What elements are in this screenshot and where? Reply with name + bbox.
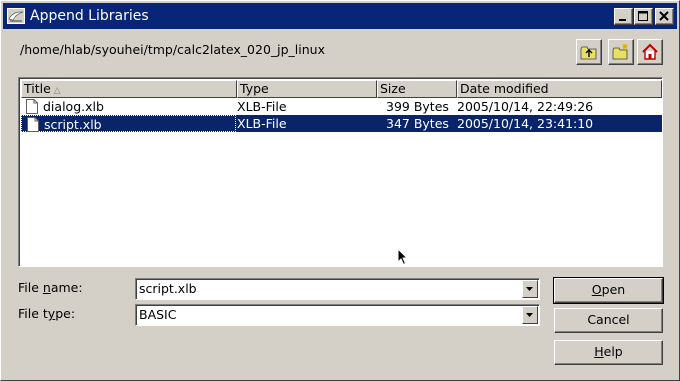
chevron-down-icon: [526, 287, 533, 291]
file-size: 347 Bytes: [386, 116, 449, 131]
minimize-icon: [619, 19, 626, 21]
mouse-pointer-icon: [397, 248, 409, 266]
file-size: 399 Bytes: [386, 99, 449, 114]
window-title: Append Libraries: [30, 8, 149, 24]
file-type-value: BASIC: [139, 307, 177, 322]
column-header-type[interactable]: Type: [237, 80, 377, 98]
chevron-down-icon: [526, 313, 533, 317]
button-mnemonic: H: [594, 344, 604, 359]
file-name-combo[interactable]: script.xlb: [135, 278, 540, 300]
label-part: ame:: [50, 280, 83, 295]
current-path: /home/hlab/syouhei/tmp/calc2latex_020_jp…: [20, 42, 325, 57]
column-header-date[interactable]: Date modified: [457, 80, 662, 98]
button-label: elp: [603, 344, 623, 359]
file-type: XLB-File: [237, 116, 287, 131]
file-type-combo[interactable]: BASIC: [135, 304, 540, 326]
column-header-size[interactable]: Size: [377, 80, 457, 98]
file-name-dropdown-button[interactable]: [522, 280, 538, 298]
button-mnemonic: O: [591, 282, 602, 297]
file-name-cell: script.xlb: [21, 115, 236, 132]
file-list[interactable]: Title △ Type Size Date modified dialog.xl…: [18, 77, 663, 267]
folder-up-icon: [580, 46, 597, 60]
file-name: dialog.xlb: [43, 99, 104, 114]
file-date: 2005/10/14, 23:41:10: [457, 116, 594, 131]
minimize-button[interactable]: [614, 8, 633, 25]
file-name-label: File name:: [18, 280, 83, 295]
help-button[interactable]: Help: [554, 340, 663, 365]
column-title-label: Title: [24, 81, 51, 96]
file-name-cell: dialog.xlb: [21, 98, 236, 115]
file-type-dropdown-button[interactable]: [522, 306, 538, 324]
open-button[interactable]: Open: [553, 277, 664, 304]
file-type: XLB-File: [237, 99, 287, 114]
home-button[interactable]: [637, 39, 663, 65]
cancel-button[interactable]: Cancel: [554, 308, 663, 333]
button-label: pen: [601, 282, 626, 297]
new-folder-button[interactable]: [608, 39, 634, 65]
maximize-icon: [638, 11, 648, 21]
close-button[interactable]: [655, 8, 674, 25]
file-icon: [26, 99, 38, 114]
title-bar[interactable]: Append Libraries: [3, 3, 677, 29]
file-name-input[interactable]: script.xlb: [139, 281, 197, 296]
label-mnemonic: n: [42, 280, 51, 295]
maximize-button[interactable]: [634, 8, 653, 25]
file-list-header: Title △ Type Size Date modified: [21, 80, 662, 98]
label-part: File: [18, 280, 43, 295]
home-icon: [642, 43, 658, 60]
file-date: 2005/10/14, 22:49:26: [457, 99, 594, 114]
file-row-dialog[interactable]: dialog.xlb XLB-File 399 Bytes 2005/10/14…: [21, 98, 662, 115]
label-part: File t: [18, 306, 48, 321]
new-folder-icon: [612, 44, 628, 60]
file-icon: [27, 117, 39, 132]
column-header-title[interactable]: Title △: [21, 80, 237, 98]
file-name: script.xlb: [44, 117, 102, 132]
file-row-script[interactable]: script.xlb XLB-File 347 Bytes 2005/10/14…: [21, 115, 662, 132]
app-icon: [7, 8, 25, 24]
sort-ascending-icon: △: [53, 86, 61, 96]
append-libraries-dialog: Append Libraries /home/hlab/syouhei/tmp/…: [0, 0, 680, 381]
file-type-label: File type:: [18, 306, 75, 321]
close-icon: [659, 11, 669, 21]
label-part: pe:: [55, 306, 76, 321]
folder-up-button[interactable]: [576, 39, 602, 65]
